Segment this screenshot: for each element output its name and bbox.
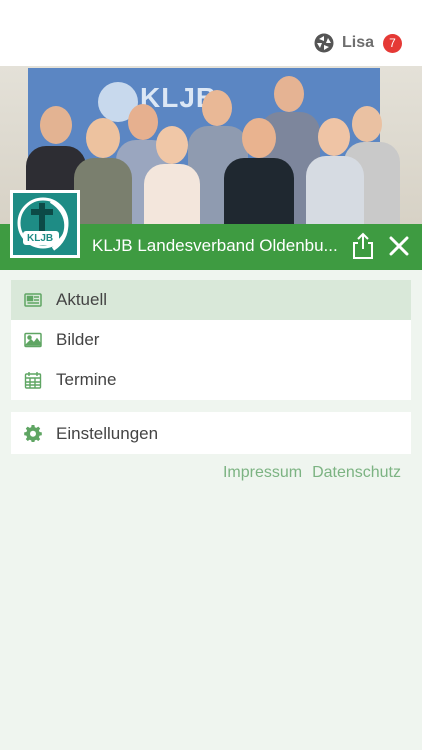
- menu-item-einstellungen[interactable]: Einstellungen: [11, 412, 411, 454]
- top-bar: Lisa 7: [0, 0, 422, 66]
- app-logo-icon: [314, 33, 334, 53]
- calendar-icon: [24, 372, 42, 389]
- kljb-logo: KLJB: [13, 193, 77, 255]
- menu-item-bilder[interactable]: Bilder: [11, 320, 411, 360]
- menu-label-einstellungen: Einstellungen: [56, 424, 159, 443]
- datenschutz-link[interactable]: Datenschutz: [312, 464, 401, 482]
- gear-icon: [24, 425, 42, 442]
- menu-label-termine: Termine: [56, 370, 117, 389]
- menu-label-aktuell: Aktuell: [56, 290, 108, 309]
- newspaper-icon: [24, 293, 42, 307]
- settings-menu: Einstellungen: [11, 412, 411, 454]
- menu-item-aktuell[interactable]: Aktuell: [11, 280, 411, 320]
- main-menu: Aktuell Bilder Termine: [11, 280, 411, 400]
- user-name: Lisa: [341, 34, 374, 51]
- kljb-cross-icon: [17, 197, 69, 251]
- menu-item-termine[interactable]: Termine: [11, 360, 411, 400]
- footer-links: Impressum Datenschutz: [223, 464, 401, 482]
- organization-logo: KLJB: [10, 190, 80, 258]
- user-account[interactable]: Lisa 7: [314, 33, 402, 53]
- notification-badge[interactable]: 7: [383, 33, 402, 53]
- image-icon: [24, 332, 42, 348]
- organization-title[interactable]: KLJB Landesverband Oldenbu...: [92, 236, 344, 256]
- menu-label-bilder: Bilder: [56, 330, 100, 349]
- kljb-logo-text: KLJB: [27, 233, 54, 244]
- close-icon[interactable]: [387, 234, 411, 258]
- share-icon[interactable]: [350, 232, 376, 260]
- impressum-link[interactable]: Impressum: [223, 464, 302, 482]
